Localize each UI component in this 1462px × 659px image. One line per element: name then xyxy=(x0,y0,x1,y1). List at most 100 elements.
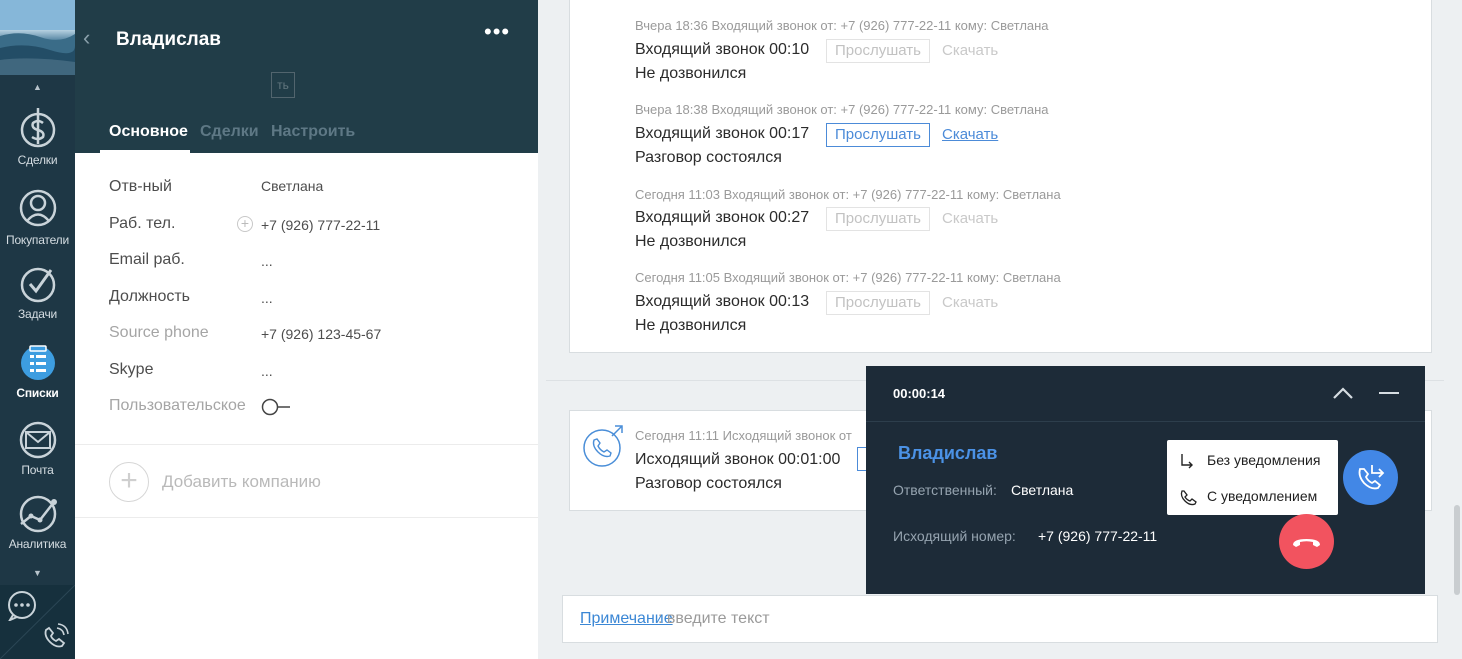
field-email: Email раб. ... xyxy=(75,251,538,281)
nav-item-analytics[interactable]: Аналитика xyxy=(0,494,75,566)
field-skype: Skype ... xyxy=(75,361,538,391)
field-value[interactable]: +7 (926) 123-45-67 xyxy=(261,326,381,342)
user-avatar[interactable] xyxy=(0,0,75,75)
divider xyxy=(75,444,538,445)
add-company-plus-icon[interactable]: + xyxy=(109,462,149,502)
field-value[interactable]: +7 (926) 777-22-11 xyxy=(261,217,380,233)
divider xyxy=(75,517,538,518)
field-responsible: Отв-ный Светлана xyxy=(75,178,538,208)
nav-bottom-bar xyxy=(0,585,75,659)
listen-button[interactable]: Прослушать xyxy=(826,123,930,147)
field-value[interactable]: ... xyxy=(261,363,273,379)
caller-name[interactable]: Владислав xyxy=(898,443,997,464)
tab-settings[interactable]: Настроить xyxy=(271,123,355,141)
nav-label-tasks: Задачи xyxy=(17,307,58,321)
contact-card: ‹ Владислав ••• ть Основное Сделки Настр… xyxy=(75,0,538,659)
responsible-label: Ответственный: xyxy=(893,482,997,498)
field-label: Пользовательское xyxy=(109,397,246,414)
nav-item-tasks[interactable]: Задачи xyxy=(0,264,75,336)
menu-item-with-notification[interactable]: С уведомлением xyxy=(1167,478,1338,514)
note-input[interactable]: Примечание : введите текст xyxy=(562,595,1438,643)
call-widget: 00:00:14 Владислав Ответственный: Светла… xyxy=(866,366,1425,594)
dollar-icon xyxy=(20,108,55,148)
chat-icon[interactable] xyxy=(5,591,39,621)
field-source-phone: Source phone +7 (926) 123-45-67 xyxy=(75,324,538,354)
field-label: Skype xyxy=(109,361,154,378)
menu-item-label: С уведомлением xyxy=(1207,488,1318,504)
minimize-icon[interactable] xyxy=(1379,392,1399,394)
call-meta: Вчера 18:38 Входящий звонок от: +7 (926)… xyxy=(635,102,1049,117)
menu-item-without-notification[interactable]: Без уведомления xyxy=(1167,442,1338,478)
nav-item-lists[interactable]: Списки xyxy=(0,341,75,413)
call-meta: Вчера 18:36 Входящий звонок от: +7 (926)… xyxy=(635,18,1049,33)
call-status: Не дозвонился xyxy=(635,317,747,334)
collapse-chevron-icon[interactable] xyxy=(1332,386,1354,400)
call-status: Не дозвонился xyxy=(635,65,747,82)
scrollbar-thumb[interactable] xyxy=(1454,505,1460,595)
field-value[interactable]: ... xyxy=(261,290,273,306)
call-meta: Сегодня 11:11 Исходящий звонок от xyxy=(635,428,852,443)
field-label: Должность xyxy=(109,288,190,305)
field-custom: Пользовательское xyxy=(75,397,538,427)
lists-icon xyxy=(20,345,55,380)
nav-label-analytics: Аналитика xyxy=(8,537,67,551)
contact-name: Владислав xyxy=(116,29,221,50)
transfer-call-button[interactable] xyxy=(1343,450,1398,505)
field-value[interactable]: ... xyxy=(261,253,273,269)
field-position: Должность ... xyxy=(75,288,538,318)
redirect-arrow-icon xyxy=(1181,454,1193,469)
ghost-button[interactable]: ть xyxy=(271,72,295,98)
back-chevron-icon[interactable]: ‹ xyxy=(83,27,90,49)
card-header: ‹ Владислав ••• ть Основное Сделки Настр… xyxy=(75,0,538,153)
mail-icon xyxy=(19,421,56,459)
outgoing-call-icon xyxy=(583,425,623,467)
field-value[interactable]: Светлана xyxy=(261,178,323,194)
phone-icon xyxy=(1180,490,1197,506)
phone-forward-icon xyxy=(1358,465,1385,490)
field-label: Source phone xyxy=(109,324,209,341)
field-label: Email раб. xyxy=(109,251,185,268)
listen-button[interactable]: Прослушать xyxy=(826,291,930,315)
download-link[interactable]: Скачать xyxy=(942,126,998,143)
more-options-icon[interactable]: ••• xyxy=(484,21,510,43)
call-status: Разговор состоялся xyxy=(635,149,782,166)
call-meta: Сегодня 11:05 Входящий звонок от: +7 (92… xyxy=(635,270,1061,285)
outgoing-number-value: +7 (926) 777-22-11 xyxy=(1038,528,1158,544)
left-navigation: ▲ Сделки Покупатели Задачи Списки Почта … xyxy=(0,0,75,659)
call-status: Разговор состоялся xyxy=(635,475,782,492)
hangup-button[interactable] xyxy=(1279,514,1334,569)
nav-item-mail[interactable]: Почта xyxy=(0,420,75,492)
tab-deals[interactable]: Сделки xyxy=(200,123,259,141)
customers-icon xyxy=(19,189,56,227)
add-company-link[interactable]: Добавить компанию xyxy=(162,472,321,492)
nav-item-deals[interactable]: Сделки xyxy=(0,106,75,178)
field-label: Раб. тел. xyxy=(109,215,176,232)
phone-waves-icon[interactable] xyxy=(40,622,70,652)
custom-toggle-switch[interactable] xyxy=(261,398,291,416)
download-link[interactable]: Скачать xyxy=(942,210,998,227)
nav-item-customers[interactable]: Покупатели xyxy=(0,186,75,258)
download-link[interactable]: Скачать xyxy=(942,42,998,59)
note-placeholder: : введите текст xyxy=(658,610,770,627)
call-title: Исходящий звонок 00:01:00 xyxy=(635,451,841,468)
active-tab-underline xyxy=(100,150,190,153)
call-title: Входящий звонок 00:10 xyxy=(635,41,810,58)
call-meta: Сегодня 11:03 Входящий звонок от: +7 (92… xyxy=(635,187,1061,202)
add-phone-icon[interactable]: + xyxy=(237,216,253,232)
nav-label-lists: Списки xyxy=(16,386,59,400)
download-link[interactable]: Скачать xyxy=(942,294,998,311)
menu-item-label: Без уведомления xyxy=(1207,452,1321,468)
call-title: Входящий звонок 00:27 xyxy=(635,209,810,226)
call-title: Входящий звонок 00:13 xyxy=(635,293,810,310)
listen-button[interactable]: Прослушать xyxy=(826,207,930,231)
field-work-phone: Раб. тел. +7 (926) 777-22-11 xyxy=(75,215,538,245)
nav-label-mail: Почта xyxy=(21,463,54,477)
responsible-value: Светлана xyxy=(1011,482,1074,498)
call-title: Входящий звонок 00:17 xyxy=(635,125,810,142)
nav-scroll-down-icon[interactable]: ▼ xyxy=(0,566,75,580)
tab-main[interactable]: Основное xyxy=(109,123,188,141)
calls-history-box: Вчера 18:36 Входящий звонок от: +7 (926)… xyxy=(569,0,1432,353)
listen-button[interactable]: Прослушать xyxy=(826,39,930,63)
nav-scroll-up-icon[interactable]: ▲ xyxy=(0,80,75,94)
call-status: Не дозвонился xyxy=(635,233,747,250)
